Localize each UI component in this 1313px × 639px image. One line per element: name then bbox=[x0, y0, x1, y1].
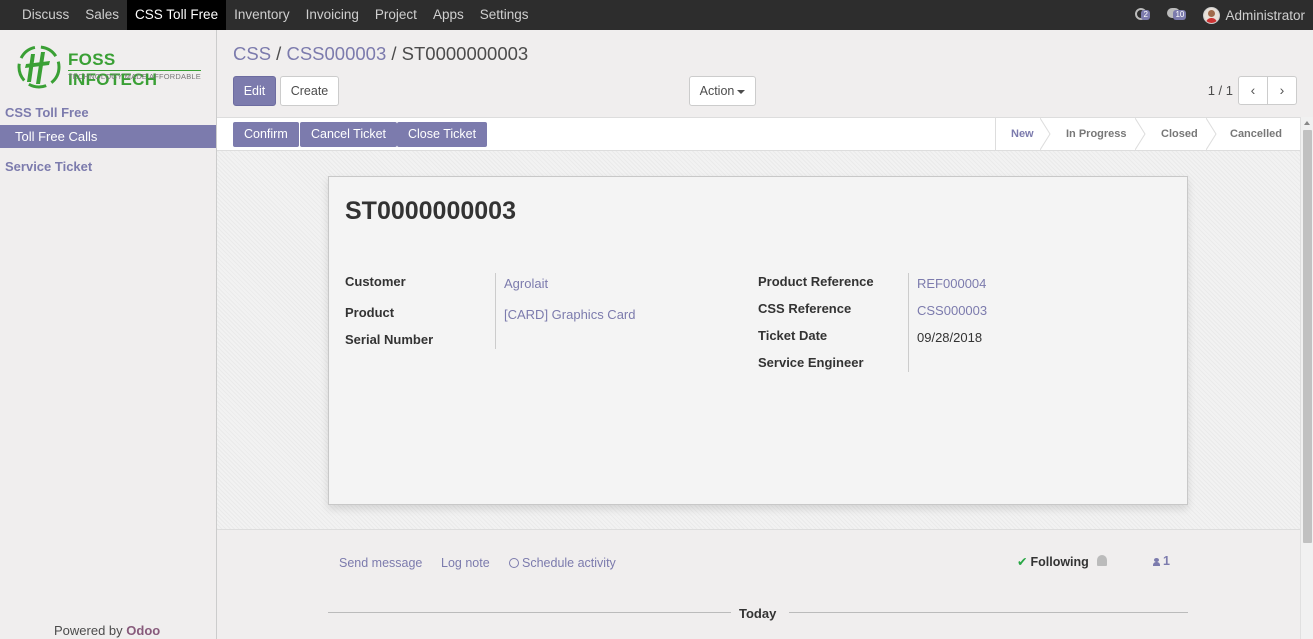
breadcrumb: CSS / CSS000003 / ST0000000003 bbox=[233, 43, 528, 65]
pager-next-button[interactable]: › bbox=[1267, 76, 1297, 105]
record-title: ST0000000003 bbox=[345, 197, 516, 225]
breadcrumb-separator: / bbox=[271, 43, 287, 64]
activity-count-badge: 2 bbox=[1141, 10, 1150, 20]
scroll-thumb[interactable] bbox=[1303, 130, 1312, 543]
edit-button[interactable]: Edit bbox=[233, 76, 276, 106]
schedule-activity-button[interactable]: Schedule activity bbox=[509, 556, 616, 570]
menu-project[interactable]: Project bbox=[367, 0, 425, 30]
menu-css-toll-free[interactable]: CSS Toll Free bbox=[127, 0, 227, 30]
chatter: Send message Log note Schedule activity … bbox=[217, 529, 1300, 639]
confirm-button[interactable]: Confirm bbox=[233, 122, 299, 147]
caret-down-icon bbox=[737, 89, 746, 94]
form-sheet: ST0000000003 Customer Product Serial Num… bbox=[328, 176, 1188, 505]
css-reference-label: CSS Reference bbox=[758, 301, 852, 316]
date-separator-today: Today bbox=[739, 606, 777, 621]
menu-invoicing[interactable]: Invoicing bbox=[298, 0, 367, 30]
sidebar-section-css-toll-free[interactable]: CSS Toll Free bbox=[5, 105, 89, 120]
app-menu: Discuss Sales CSS Toll Free Inventory In… bbox=[14, 0, 537, 30]
control-panel: CSS / CSS000003 / ST0000000003 Edit Crea… bbox=[217, 30, 1313, 117]
vertical-scrollbar[interactable] bbox=[1300, 117, 1313, 639]
scroll-up-arrow-icon[interactable] bbox=[1304, 121, 1310, 125]
followers-count: 1 bbox=[1163, 554, 1170, 568]
create-button[interactable]: Create bbox=[280, 76, 339, 106]
odoo-link[interactable]: Odoo bbox=[126, 623, 160, 638]
action-dropdown[interactable]: Action bbox=[689, 76, 756, 106]
chevron-left-icon: ‹ bbox=[1250, 82, 1256, 98]
serial-number-label: Serial Number bbox=[345, 332, 434, 347]
stage-new[interactable]: New bbox=[996, 118, 1051, 150]
product-label: Product bbox=[345, 305, 395, 320]
sidebar: FOSS INFOTECH TECHNOLOGY MADE AFFORDABLE… bbox=[0, 30, 217, 639]
user-icon bbox=[1153, 558, 1160, 566]
form-statusbar: Confirm Cancel Ticket Close Ticket New I… bbox=[217, 117, 1300, 151]
stage-closed[interactable]: Closed bbox=[1141, 118, 1217, 150]
cancel-ticket-button[interactable]: Cancel Ticket bbox=[300, 122, 398, 147]
messaging-button[interactable]: 10 bbox=[1167, 7, 1193, 23]
powered-by-label: Powered by bbox=[54, 623, 123, 638]
stage-label: Cancelled bbox=[1230, 128, 1282, 140]
action-label: Action bbox=[699, 84, 735, 98]
logo-tagline: TECHNOLOGY MADE AFFORDABLE bbox=[68, 70, 202, 81]
close-ticket-button[interactable]: Close Ticket bbox=[397, 122, 488, 147]
followers-button[interactable]: 1 bbox=[1153, 554, 1170, 568]
stage-label: New bbox=[1011, 128, 1034, 140]
customer-field[interactable]: Agrolait bbox=[504, 276, 548, 291]
user-avatar[interactable] bbox=[1203, 6, 1221, 24]
sidebar-section-service-ticket[interactable]: Service Ticket bbox=[5, 159, 92, 174]
form-sheet-background: ST0000000003 Customer Product Serial Num… bbox=[217, 151, 1300, 529]
service-engineer-label: Service Engineer bbox=[758, 355, 864, 370]
ticket-date-label: Ticket Date bbox=[758, 328, 828, 343]
breadcrumb-css[interactable]: CSS bbox=[233, 43, 271, 64]
stage-label: Closed bbox=[1161, 128, 1198, 140]
date-separator-line bbox=[789, 612, 1188, 613]
send-message-button[interactable]: Send message bbox=[339, 556, 422, 570]
breadcrumb-current: ST0000000003 bbox=[401, 43, 529, 64]
stage-in-progress[interactable]: In Progress bbox=[1046, 118, 1146, 150]
menu-apps[interactable]: Apps bbox=[425, 0, 472, 30]
ticket-date-field: 09/28/2018 bbox=[917, 330, 983, 345]
field-divider bbox=[495, 273, 496, 349]
message-count-badge: 10 bbox=[1173, 10, 1187, 20]
schedule-activity-label: Schedule activity bbox=[522, 556, 616, 570]
product-field[interactable]: [CARD] Graphics Card bbox=[504, 307, 635, 322]
breadcrumb-separator: / bbox=[386, 43, 402, 64]
sidebar-item-toll-free-calls[interactable]: Toll Free Calls bbox=[0, 125, 216, 148]
product-reference-label: Product Reference bbox=[758, 274, 874, 289]
bell-icon[interactable] bbox=[1097, 555, 1107, 566]
following-label: Following bbox=[1030, 555, 1089, 569]
top-navbar: Discuss Sales CSS Toll Free Inventory In… bbox=[0, 0, 1313, 30]
stage-cancelled[interactable]: Cancelled bbox=[1212, 118, 1300, 150]
customer-label: Customer bbox=[345, 274, 406, 289]
breadcrumb-css000003[interactable]: CSS000003 bbox=[286, 43, 386, 64]
company-logo: FOSS INFOTECH TECHNOLOGY MADE AFFORDABLE bbox=[16, 44, 201, 90]
menu-inventory[interactable]: Inventory bbox=[226, 0, 298, 30]
foss-logo-icon bbox=[17, 45, 61, 89]
pager-value[interactable]: 1 / 1 bbox=[1208, 83, 1233, 98]
stage-pipeline: New In Progress Closed Cancelled bbox=[995, 118, 1300, 150]
menu-settings[interactable]: Settings bbox=[472, 0, 537, 30]
menu-sales[interactable]: Sales bbox=[77, 0, 127, 30]
date-separator-line bbox=[328, 612, 731, 613]
clock-icon bbox=[509, 558, 519, 568]
powered-by: Powered by Odoo bbox=[54, 623, 160, 638]
field-divider bbox=[908, 273, 909, 372]
menu-discuss[interactable]: Discuss bbox=[14, 0, 77, 30]
activity-button[interactable]: 2 bbox=[1135, 7, 1157, 23]
stage-label: In Progress bbox=[1066, 128, 1127, 140]
product-reference-field[interactable]: REF000004 bbox=[917, 276, 986, 291]
check-icon: ✔ bbox=[1017, 555, 1028, 569]
pager-previous-button[interactable]: ‹ bbox=[1238, 76, 1268, 105]
chevron-right-icon: › bbox=[1279, 82, 1285, 98]
user-menu[interactable]: Administrator bbox=[1225, 8, 1305, 23]
following-button[interactable]: ✔ Following bbox=[1017, 554, 1089, 569]
css-reference-field[interactable]: CSS000003 bbox=[917, 303, 987, 318]
systray: 2 10 Administrator bbox=[1135, 0, 1305, 30]
log-note-button[interactable]: Log note bbox=[441, 556, 490, 570]
